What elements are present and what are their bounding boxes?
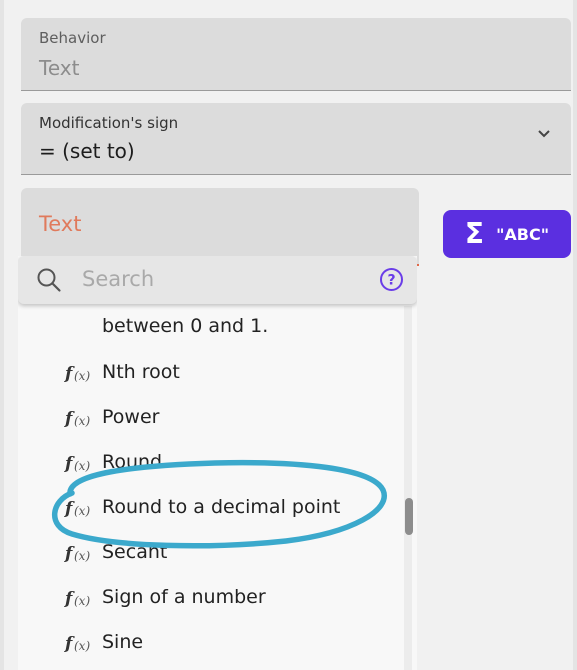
modification-sign-select[interactable]: Modification's sign = (set to) <box>21 103 571 175</box>
search-icon <box>37 268 61 292</box>
scrollbar-thumb[interactable] <box>405 498 413 535</box>
function-item[interactable]: f (x) Round to a decimal point <box>18 484 403 529</box>
function-item[interactable]: f (x) Round <box>18 439 403 484</box>
svg-text:(x): (x) <box>74 549 90 563</box>
modification-sign-label: Modification's sign <box>39 114 179 132</box>
function-label: Sine <box>102 630 144 653</box>
expression-editor-button[interactable]: Σ "ABC" <box>443 210 571 258</box>
behavior-value: Text <box>39 56 80 80</box>
function-item[interactable]: f (x) Nth root <box>18 349 403 394</box>
function-icon: f (x) <box>64 544 90 564</box>
function-list[interactable]: between 0 and 1. f (x) Nth root f (x) Power f (x… <box>18 256 417 670</box>
function-icon: f (x) <box>64 364 90 384</box>
modification-sign-value: = (set to) <box>39 139 135 163</box>
function-item[interactable]: f (x) Sine <box>18 619 403 664</box>
function-label: Power <box>102 405 160 428</box>
function-label: Round <box>102 450 163 473</box>
function-item[interactable]: between 0 and 1. <box>18 304 403 349</box>
behavior-field: Behavior Text <box>21 18 571 91</box>
sigma-icon: Σ <box>464 217 485 250</box>
function-label: Secant <box>102 540 168 563</box>
svg-text:(x): (x) <box>74 504 90 518</box>
function-dropdown: between 0 and 1. f (x) Nth root f (x) Power f (x… <box>18 256 417 670</box>
svg-text:(x): (x) <box>74 414 90 428</box>
panel-left-edge <box>0 0 4 670</box>
text-expression-input[interactable]: Text <box>21 188 419 266</box>
svg-text:(x): (x) <box>74 639 90 653</box>
svg-text:(x): (x) <box>74 459 90 473</box>
function-icon: f (x) <box>64 454 90 474</box>
panel-right-edge <box>573 0 577 670</box>
svg-text:?: ? <box>387 273 395 289</box>
chevron-down-icon <box>538 130 550 138</box>
help-icon[interactable]: ? <box>379 267 404 292</box>
function-item[interactable]: f (x) Sign of a number <box>18 574 403 619</box>
function-label: between 0 and 1. <box>102 315 269 337</box>
search-input[interactable]: Search <box>82 267 154 291</box>
svg-text:(x): (x) <box>74 594 90 608</box>
function-icon: f (x) <box>64 634 90 654</box>
search-bar: Search ? <box>18 256 417 304</box>
expression-editor-label: "ABC" <box>496 224 550 244</box>
function-label: Sign of a number <box>102 585 266 608</box>
function-icon: f (x) <box>64 499 90 519</box>
svg-text:(x): (x) <box>74 369 90 383</box>
text-expression-value: Text <box>39 212 82 236</box>
behavior-label: Behavior <box>39 29 106 47</box>
function-item[interactable]: f (x) Power <box>18 394 403 439</box>
scrollbar-track[interactable] <box>404 306 412 670</box>
function-label: Round to a decimal point <box>102 495 341 518</box>
function-label: Nth root <box>102 360 180 383</box>
function-icon: f (x) <box>64 409 90 429</box>
function-item[interactable]: f (x) Secant <box>18 529 403 574</box>
function-icon: f (x) <box>64 589 90 609</box>
